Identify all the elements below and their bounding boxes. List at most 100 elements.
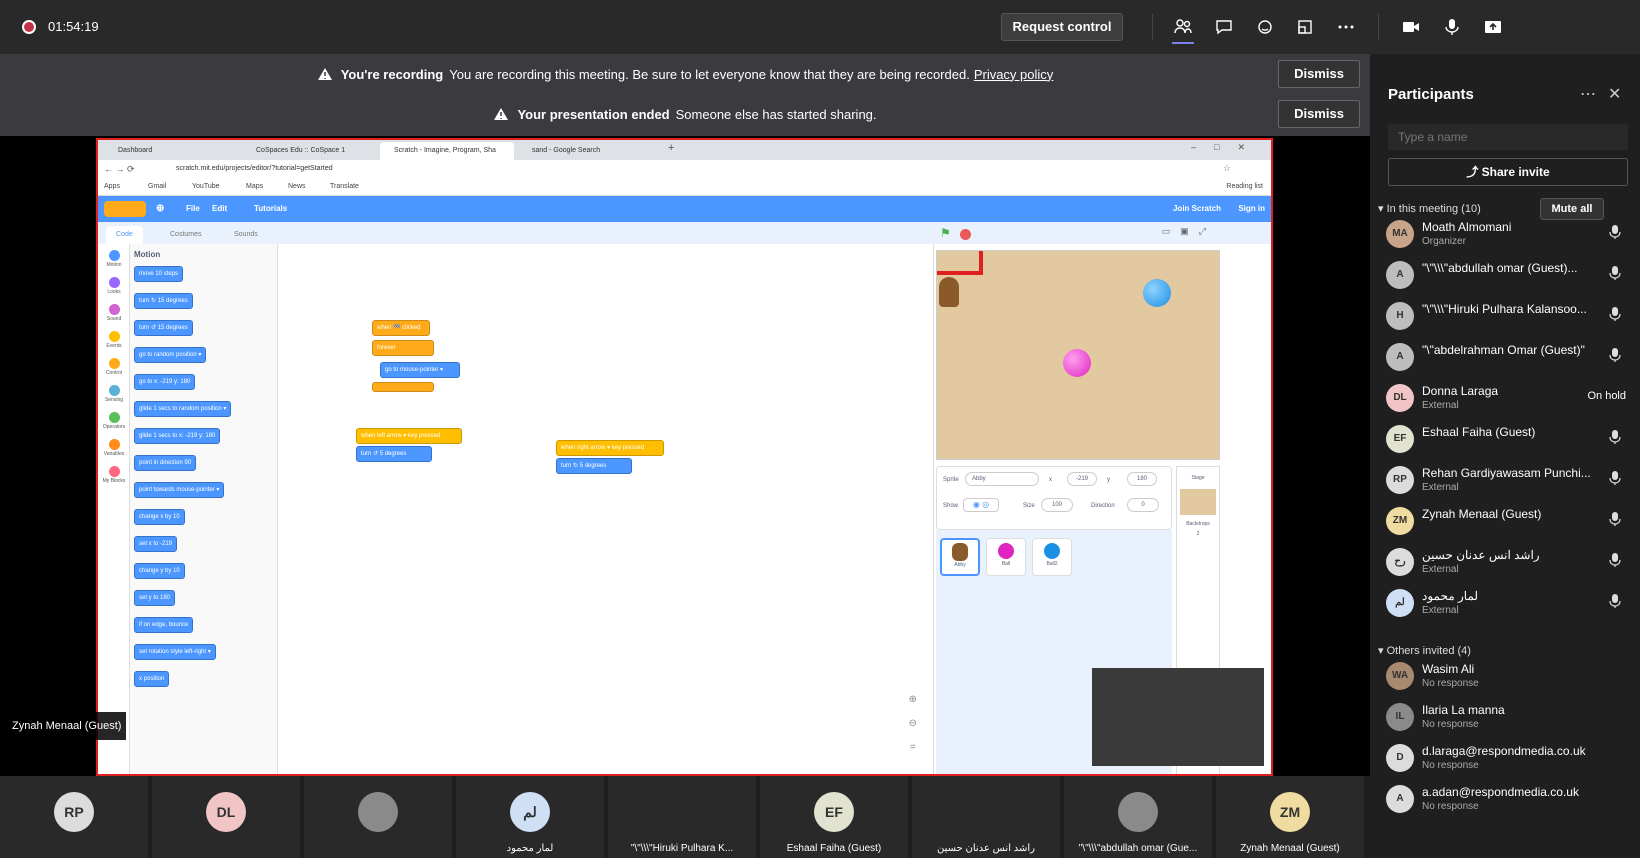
category-operators[interactable]: Operators [102, 412, 126, 430]
direction-input[interactable]: 0 [1127, 498, 1159, 512]
menu-edit[interactable]: Edit [212, 204, 227, 213]
palette-block[interactable]: set x to -219 [134, 536, 178, 552]
video-tile[interactable]: RP [0, 776, 148, 858]
window-controls-icon[interactable]: –□✕ [1191, 142, 1263, 153]
dismiss-button[interactable]: Dismiss [1278, 100, 1360, 128]
palette-block[interactable]: turn ↻ 15 degrees [134, 293, 193, 309]
camera-icon[interactable] [1398, 14, 1424, 40]
palette-block[interactable]: point towards mouse-pointer ▾ [134, 482, 225, 498]
bookmark-news[interactable]: News [288, 183, 306, 190]
palette-block[interactable]: glide 1 secs to x: -219 y: 180 [134, 428, 221, 444]
zoom-controls-icon[interactable]: ⊕ ⊖ = [909, 688, 917, 760]
navigation-arrows-icon[interactable]: ← → ⟳ [104, 164, 135, 175]
invited-row[interactable]: Dd.laraga@respondmedia.co.uk No response [1386, 738, 1626, 778]
script-block[interactable]: when right arrow ▾ key pressed [556, 440, 664, 456]
palette-block[interactable]: turn ↺ 15 degrees [134, 320, 193, 336]
palette-block[interactable]: change x by 10 [134, 509, 185, 525]
menu-file[interactable]: File [186, 204, 200, 213]
invited-row[interactable]: Aa.adan@respondmedia.co.uk No response [1386, 779, 1626, 819]
video-tile[interactable]: ZM Zynah Menaal (Guest) [1216, 776, 1364, 858]
microphone-icon[interactable] [1439, 14, 1465, 40]
bookmark-star-icon[interactable]: ☆ [1223, 163, 1231, 174]
script-block[interactable]: turn ↻ 5 degrees [556, 458, 632, 474]
sprite-tile-abby[interactable]: Abby [940, 538, 980, 576]
video-tile[interactable]: "\"\\\"Hiruki Pulhara K... [608, 776, 756, 858]
bookmark-youtube[interactable]: YouTube [192, 183, 220, 190]
category-control[interactable]: Control [102, 358, 126, 376]
participant-row[interactable]: A "\"abdelrahman Omar (Guest)" [1386, 337, 1626, 377]
tab-costumes[interactable]: Costumes [160, 226, 212, 244]
palette-block[interactable]: go to random position ▾ [134, 347, 207, 363]
code-area[interactable]: when 🏁 clicked forever go to mouse-point… [278, 244, 934, 774]
chat-icon[interactable] [1211, 14, 1237, 40]
script-block[interactable]: turn ↺ 5 degrees [356, 446, 432, 462]
palette-block[interactable]: set rotation style left-right ▾ [134, 644, 216, 660]
more-actions-icon[interactable] [1333, 14, 1359, 40]
browser-tab[interactable]: Dashboard [104, 142, 238, 160]
request-control-button[interactable]: Request control [1001, 13, 1123, 41]
video-tile[interactable]: EF Eshaal Faiha (Guest) [760, 776, 908, 858]
category-looks[interactable]: Looks [102, 277, 126, 295]
video-tile[interactable]: "\"\\\"abdullah omar (Gue... [1064, 776, 1212, 858]
participant-row[interactable]: رح راشد انس عدنان حسين External [1386, 542, 1626, 582]
ball-sprite[interactable] [1063, 349, 1091, 377]
bookmark-maps[interactable]: Maps [246, 183, 263, 190]
palette-block[interactable]: move 10 steps [134, 266, 184, 282]
participants-icon[interactable] [1170, 14, 1196, 40]
script-block[interactable]: when left arrow ▾ key pressed [356, 428, 462, 444]
participant-row[interactable]: A "\"\\\"abdullah omar (Guest)... [1386, 255, 1626, 295]
stage[interactable] [936, 250, 1220, 460]
globe-icon[interactable]: ⊕ [156, 203, 164, 214]
participant-row[interactable]: RP Rehan Gardiyawasam Punchi... External [1386, 460, 1626, 500]
video-tile[interactable]: راشد انس عدنان حسين [912, 776, 1060, 858]
share-screen-icon[interactable] [1480, 14, 1506, 40]
participant-row[interactable]: MA Moath Almomani Organizer [1386, 214, 1626, 254]
sprite-name-input[interactable]: Abby [965, 472, 1039, 486]
more-options-icon[interactable]: ⋯ [1580, 84, 1596, 104]
participant-row[interactable]: H "\"\\\"Hiruki Pulhara Kalansoo... [1386, 296, 1626, 336]
participant-search-input[interactable] [1388, 124, 1628, 150]
participant-row[interactable]: DL Donna Laraga External On hold [1386, 378, 1626, 418]
browser-tab[interactable]: CoSpaces Edu :: CoSpace 1 [242, 142, 376, 160]
share-invite-button[interactable]: ⤴ Share invite [1388, 158, 1628, 186]
invited-row[interactable]: WA Wasim Ali No response [1386, 656, 1626, 696]
palette-block[interactable]: go to x: -219 y: 180 [134, 374, 196, 390]
x-input[interactable]: -219 [1067, 472, 1097, 486]
reactions-icon[interactable] [1252, 14, 1278, 40]
close-icon[interactable]: ✕ [1608, 84, 1621, 104]
menu-tutorials[interactable]: Tutorials [254, 204, 287, 213]
tab-sounds[interactable]: Sounds [224, 226, 268, 244]
script-block[interactable]: go to mouse-pointer ▾ [380, 362, 460, 378]
scratch-logo[interactable] [104, 201, 146, 217]
video-tile[interactable]: لم لمار محمود [456, 776, 604, 858]
visibility-toggle-icon[interactable]: ◉ ◎ [963, 498, 999, 512]
size-input[interactable]: 100 [1041, 498, 1073, 512]
address-bar[interactable]: ← → ⟳ scratch.mit.edu/projects/editor/?t… [98, 160, 1271, 180]
palette-block[interactable]: change y by 10 [134, 563, 185, 579]
new-tab-icon[interactable]: + [668, 142, 674, 154]
invited-row[interactable]: IL Ilaria La manna No response [1386, 697, 1626, 737]
participant-row[interactable]: لم لمار محمود External [1386, 583, 1626, 623]
dismiss-button[interactable]: Dismiss [1278, 60, 1360, 88]
participant-row[interactable]: ZM Zynah Menaal (Guest) [1386, 501, 1626, 541]
reading-list[interactable]: Reading list [1226, 183, 1263, 190]
green-flag-icon[interactable]: ⚑ [940, 226, 951, 240]
browser-tab[interactable]: sand - Google Search [518, 142, 652, 160]
join-scratch-link[interactable]: Join Scratch [1173, 204, 1221, 213]
privacy-policy-link[interactable]: Privacy policy [974, 67, 1053, 82]
tab-code[interactable]: Code [106, 226, 143, 244]
stop-icon[interactable] [960, 229, 971, 240]
ball2-sprite[interactable] [1143, 279, 1171, 307]
palette-block[interactable]: point in direction 90 [134, 455, 197, 471]
abby-sprite[interactable] [939, 277, 959, 307]
category-my-blocks[interactable]: My Blocks [102, 466, 126, 484]
palette-block[interactable]: set y to 180 [134, 590, 176, 606]
category-motion[interactable]: Motion [102, 250, 126, 268]
bookmark-translate[interactable]: Translate [330, 183, 359, 190]
sprite-tile-ball[interactable]: Ball [986, 538, 1026, 576]
bookmark-gmail[interactable]: Gmail [148, 183, 166, 190]
video-tile[interactable]: DL [152, 776, 300, 858]
category-variables[interactable]: Variables [102, 439, 126, 457]
browser-tab-active[interactable]: Scratch - Imagine, Program, Sha [380, 142, 514, 160]
url-text[interactable]: scratch.mit.edu/projects/editor/?tutoria… [176, 165, 333, 172]
